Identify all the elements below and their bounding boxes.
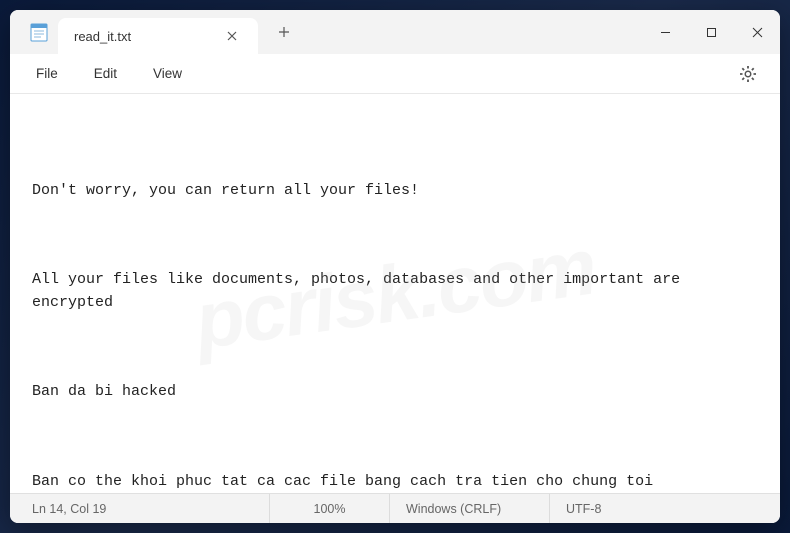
status-zoom[interactable]: 100% [270, 494, 390, 523]
content-line: Ban da bi hacked [32, 381, 758, 404]
notepad-window: read_it.txt File Edit View [10, 10, 780, 523]
minimize-button[interactable] [642, 10, 688, 54]
text-content[interactable]: pcrisk.com Don't worry, you can return a… [10, 94, 780, 493]
content-line: Don't worry, you can return all your fil… [32, 180, 758, 203]
close-tab-icon[interactable] [218, 22, 246, 50]
menu-view[interactable]: View [135, 60, 200, 87]
window-controls [642, 10, 780, 54]
titlebar: read_it.txt [10, 10, 780, 54]
settings-button[interactable] [730, 58, 766, 90]
gear-icon [739, 65, 757, 83]
maximize-button[interactable] [688, 10, 734, 54]
menu-edit[interactable]: Edit [76, 60, 135, 87]
close-window-button[interactable] [734, 10, 780, 54]
content-line: Ban co the khoi phuc tat ca cac file ban… [32, 471, 758, 494]
tab-title: read_it.txt [74, 29, 218, 44]
tab-active[interactable]: read_it.txt [58, 18, 258, 54]
status-eol: Windows (CRLF) [390, 494, 550, 523]
new-tab-button[interactable] [266, 14, 302, 50]
content-line: All your files like documents, photos, d… [32, 269, 758, 314]
status-encoding: UTF-8 [550, 494, 780, 523]
status-position: Ln 14, Col 19 [10, 494, 270, 523]
statusbar: Ln 14, Col 19 100% Windows (CRLF) UTF-8 [10, 493, 780, 523]
menu-file[interactable]: File [18, 60, 76, 87]
notepad-icon [28, 21, 50, 43]
menubar: File Edit View [10, 54, 780, 94]
